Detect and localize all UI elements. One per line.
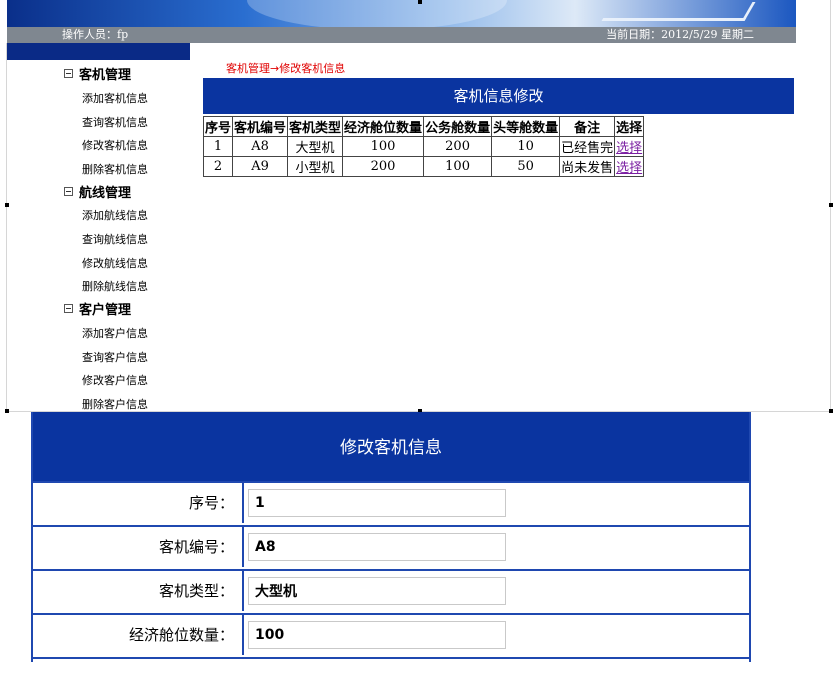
field-label: 客机类型：: [33, 571, 244, 611]
breadcrumb: 客机管理→修改客机信息: [226, 62, 346, 75]
sidebar-item-modify-customer[interactable]: 修改客户信息: [82, 373, 148, 389]
table-cell: 10: [491, 136, 561, 157]
sidebar-item-query-customer[interactable]: 查询客户信息: [82, 350, 148, 366]
sidebar-group-label: 航线管理: [79, 186, 132, 201]
table-cell: 100: [423, 156, 493, 177]
resize-handle[interactable]: [829, 409, 833, 413]
info-bar: 操作人员：fp 当前日期：2012/5/29 星期二: [7, 27, 796, 43]
current-date-label: 当前日期：2012/5/29 星期二: [606, 28, 754, 41]
seq-input[interactable]: [248, 489, 506, 517]
sidebar-group-customer[interactable]: 客户管理: [64, 301, 131, 321]
field-label: 经济舱位数量：: [33, 615, 244, 655]
form-title: 修改客机信息: [33, 412, 749, 481]
table-cell: 选择: [614, 156, 645, 177]
admin-page-screenshot: 操作人员：fp 当前日期：2012/5/29 星期二 客机管理 添加客机信息 查…: [0, 0, 836, 413]
operator-label: 操作人员：fp: [62, 28, 129, 41]
aircraft-table: 序号 客机编号 客机类型 经济舱位数量 公务舱数量 头等舱数量 备注 选择 1 …: [202, 116, 645, 177]
economy-seats-input[interactable]: [248, 621, 506, 649]
select-link[interactable]: 选择: [616, 161, 642, 176]
field-label: 序号：: [33, 483, 244, 523]
sidebar-group-aircraft[interactable]: 客机管理: [64, 66, 131, 86]
collapse-icon[interactable]: [64, 187, 73, 196]
table-cell: A9: [232, 156, 289, 177]
table-cell: 小型机: [287, 156, 344, 177]
collapse-icon[interactable]: [64, 69, 73, 78]
sidebar-group-route[interactable]: 航线管理: [64, 184, 131, 204]
table-header-row: 序号 客机编号 客机类型 经济舱位数量 公务舱数量 头等舱数量 备注 选择: [202, 116, 645, 137]
table-cell: 已经售完: [559, 136, 616, 157]
sidebar-item-modify-aircraft[interactable]: 修改客机信息: [82, 138, 148, 154]
sidebar-item-query-aircraft[interactable]: 查询客机信息: [82, 115, 148, 131]
table-cell: 尚未发售: [559, 156, 616, 177]
table-title: 客机信息修改: [203, 78, 794, 114]
table-cell: 100: [342, 136, 425, 157]
table-cell: 2: [202, 156, 234, 177]
column-header: 客机类型: [287, 116, 344, 137]
field-label: 客机编号：: [33, 527, 244, 567]
table-cell: 大型机: [287, 136, 344, 157]
header-banner: [7, 0, 796, 27]
sidebar-item-add-route[interactable]: 添加航线信息: [82, 208, 148, 224]
form-row-next: [33, 657, 749, 699]
table-row: 2 A9 小型机 200 100 50 尚未发售 选择: [202, 156, 645, 177]
sidebar-item-modify-route[interactable]: 修改航线信息: [82, 256, 148, 272]
form-row-seq: 序号：: [33, 481, 749, 523]
column-header: 序号: [202, 116, 234, 137]
table-cell: 200: [423, 136, 493, 157]
sidebar-group-label: 客机管理: [79, 68, 132, 83]
resize-handle[interactable]: [5, 203, 9, 207]
resize-handle[interactable]: [5, 409, 9, 413]
column-header: 客机编号: [232, 116, 289, 137]
select-link[interactable]: 选择: [616, 141, 642, 156]
sidebar-item-delete-aircraft[interactable]: 删除客机信息: [82, 162, 148, 178]
sidebar-item-add-customer[interactable]: 添加客户信息: [82, 326, 148, 342]
table-cell: 50: [491, 156, 561, 177]
sidebar-header-stripe: [7, 43, 190, 60]
sidebar-item-add-aircraft[interactable]: 添加客机信息: [82, 91, 148, 107]
form-row-economy-seats: 经济舱位数量：: [33, 613, 749, 655]
aircraft-type-input[interactable]: [248, 577, 506, 605]
table-cell: 1: [202, 136, 234, 157]
modify-aircraft-form: 修改客机信息 序号： 客机编号： 客机类型： 经济舱位数量：: [31, 412, 751, 662]
aircraft-no-input[interactable]: [248, 533, 506, 561]
table-cell: 选择: [614, 136, 645, 157]
column-header: 公务舱数量: [423, 116, 493, 137]
column-header: 头等舱数量: [491, 116, 561, 137]
table-row: 1 A8 大型机 100 200 10 已经售完 选择: [202, 136, 645, 157]
form-row-aircraft-type: 客机类型：: [33, 569, 749, 611]
sidebar-group-label: 客户管理: [79, 303, 132, 318]
resize-handle[interactable]: [829, 203, 833, 207]
sidebar-item-query-route[interactable]: 查询航线信息: [82, 232, 148, 248]
table-cell: 200: [342, 156, 425, 177]
column-header: 经济舱位数量: [342, 116, 425, 137]
table-cell: A8: [232, 136, 289, 157]
form-row-aircraft-no: 客机编号：: [33, 525, 749, 567]
column-header: 选择: [614, 116, 645, 137]
resize-handle[interactable]: [418, 0, 422, 4]
collapse-icon[interactable]: [64, 304, 73, 313]
frame-border: [6, 43, 7, 412]
sidebar-item-delete-route[interactable]: 删除航线信息: [82, 279, 148, 295]
column-header: 备注: [559, 116, 616, 137]
